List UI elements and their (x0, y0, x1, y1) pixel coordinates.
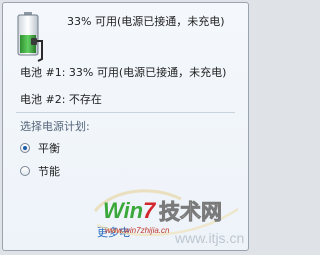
radio-selected-icon[interactable] (20, 143, 30, 153)
svg-text:Win: Win (103, 198, 143, 223)
battery-2-status: 电池 #2: 不存在 (20, 93, 102, 106)
battery-summary: 33% 可用(电源已接通，未充电) (67, 15, 225, 28)
battery-1-status: 电池 #1: 33% 可用(电源已接通，未充电) (20, 66, 227, 79)
svg-text:技术网: 技术网 (159, 200, 222, 224)
radio-unselected-icon[interactable] (20, 166, 30, 176)
power-plan-title: 选择电源计划: (20, 120, 90, 133)
power-plan-balanced-label: 平衡 (38, 142, 60, 155)
svg-text:7: 7 (143, 198, 157, 223)
battery-flyout: 33% 可用(电源已接通，未充电) 电池 #1: 33% 可用(电源已接通，未充… (2, 2, 249, 251)
svg-text:www.itjs.cn: www.itjs.cn (174, 230, 244, 246)
power-plan-balanced[interactable]: 平衡 (20, 140, 60, 156)
watermark-logo: Win 7 技术网 www.win7zhijia.cn www.itjs.cn (93, 189, 244, 246)
battery-plugged-icon (17, 12, 43, 62)
svg-text:www.win7zhijia.cn: www.win7zhijia.cn (105, 226, 170, 235)
divider (16, 112, 235, 113)
power-plan-saver[interactable]: 节能 (20, 163, 60, 179)
power-plan-saver-label: 节能 (38, 165, 60, 178)
